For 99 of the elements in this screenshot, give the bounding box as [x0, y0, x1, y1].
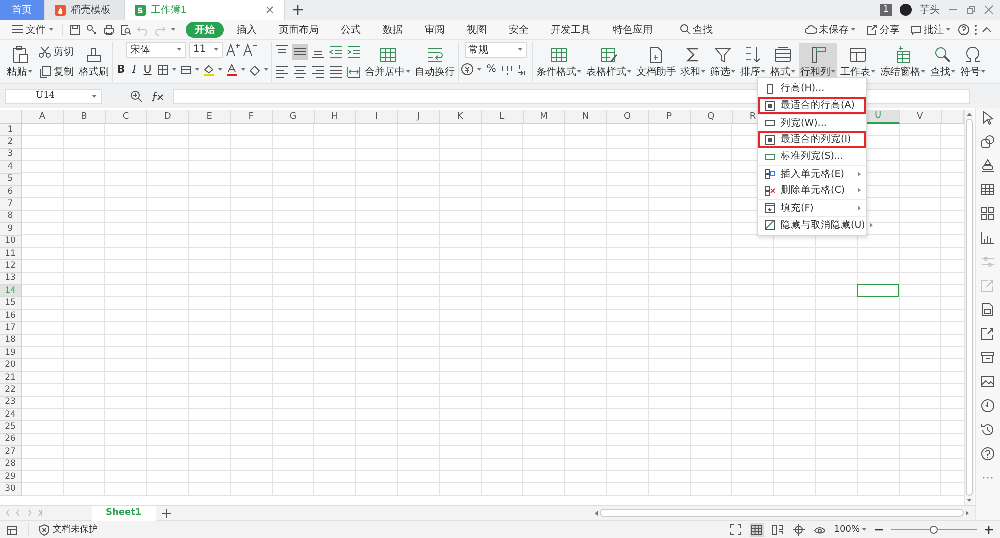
- column-header[interactable]: P: [648, 110, 691, 124]
- toolbar-button[interactable]: 分享: [863, 22, 903, 36]
- ribbon-button[interactable]: 文档助手: [635, 42, 678, 80]
- ribbon-tab[interactable]: 公式: [332, 22, 370, 38]
- column-header[interactable]: I: [356, 110, 398, 124]
- ribbon-button[interactable]: 符号: [959, 42, 988, 80]
- column-header[interactable]: A: [22, 110, 64, 124]
- row-header[interactable]: 20: [0, 359, 22, 372]
- row-header[interactable]: 29: [0, 470, 22, 484]
- ribbon-button[interactable]: 复制: [36, 64, 76, 80]
- underline-button[interactable]: U: [142, 62, 154, 78]
- ribbon-button[interactable]: 格式刷: [78, 42, 110, 80]
- menu-item[interactable]: 填充(F): [758, 199, 866, 216]
- row-header[interactable]: 28: [0, 458, 22, 471]
- column-header[interactable]: V: [900, 110, 942, 124]
- ribbon-button[interactable]: 冻结窗格: [879, 42, 928, 80]
- notification-badge: 1: [880, 4, 892, 16]
- menu-item[interactable]: 行高(H)...: [758, 80, 866, 97]
- ribbon-tab[interactable]: 视图: [458, 22, 496, 38]
- search-button[interactable]: 查找: [674, 22, 719, 38]
- ribbon-button[interactable]: 剪切: [36, 44, 76, 60]
- column-header[interactable]: K: [440, 110, 482, 124]
- row-header[interactable]: 24: [0, 408, 22, 422]
- row-header[interactable]: 5: [0, 174, 22, 186]
- row-header[interactable]: 22: [0, 384, 22, 397]
- ribbon-tab[interactable]: 特色应用: [604, 22, 662, 38]
- row-header[interactable]: 17: [0, 322, 22, 335]
- user-name[interactable]: 芋头: [920, 3, 940, 17]
- menu-item[interactable]: 插入单元格(E): [758, 165, 866, 182]
- column-header[interactable]: E: [189, 110, 231, 124]
- ribbon-tab[interactable]: 页面布局: [270, 22, 328, 38]
- row-header[interactable]: 16: [0, 310, 22, 322]
- row-header[interactable]: 15: [0, 297, 22, 310]
- column-header[interactable]: C: [106, 110, 148, 124]
- app-tab[interactable]: 稻壳模板: [45, 0, 125, 20]
- row-header[interactable]: 4: [0, 161, 22, 174]
- row-header[interactable]: 8: [0, 210, 22, 224]
- ribbon-tab[interactable]: 插入: [228, 22, 266, 38]
- name-box[interactable]: U14: [5, 88, 102, 104]
- menu-item[interactable]: 标准列宽(S)...: [758, 148, 866, 165]
- row-header[interactable]: 19: [0, 347, 22, 360]
- ribbon-tab[interactable]: 数据: [374, 22, 412, 38]
- ribbon-button[interactable]: 合并居中: [364, 42, 412, 80]
- menu-item[interactable]: 最适合的列宽(I): [758, 131, 866, 148]
- ribbon-button[interactable]: 粘贴: [6, 42, 34, 80]
- row-header[interactable]: 13: [0, 272, 22, 286]
- font-family-select[interactable]: 宋体: [126, 42, 186, 58]
- column-header[interactable]: J: [398, 110, 440, 124]
- ribbon-button[interactable]: 条件格式: [535, 42, 584, 80]
- toolbar-button[interactable]: 批注: [907, 22, 954, 36]
- column-header[interactable]: L: [482, 110, 524, 124]
- ribbon-button[interactable]: 表格样式: [585, 42, 634, 80]
- row-header[interactable]: 27: [0, 446, 22, 459]
- row-header[interactable]: 21: [0, 372, 22, 384]
- ribbon-button[interactable]: 排序: [739, 42, 768, 80]
- row-header[interactable]: 23: [0, 396, 22, 409]
- column-header[interactable]: O: [607, 110, 649, 124]
- protection-status[interactable]: 文档未保护: [53, 523, 98, 536]
- ribbon-button[interactable]: 工作表: [839, 42, 878, 80]
- row-header[interactable]: 3: [0, 148, 22, 162]
- ribbon-button[interactable]: 求和: [679, 42, 708, 80]
- column-header[interactable]: M: [524, 110, 566, 124]
- column-header[interactable]: Q: [690, 110, 733, 124]
- row-header[interactable]: 25: [0, 421, 22, 434]
- row-header[interactable]: 7: [0, 198, 22, 211]
- zoom-level[interactable]: 100%: [834, 524, 867, 534]
- ribbon-button[interactable]: 筛选: [709, 42, 738, 80]
- column-header[interactable]: D: [147, 110, 190, 124]
- menu-item[interactable]: 列宽(W)...: [758, 114, 866, 131]
- toolbar-button[interactable]: 未保存: [802, 22, 859, 36]
- bold-button[interactable]: B: [115, 62, 128, 78]
- row-header[interactable]: 12: [0, 260, 22, 273]
- column-header[interactable]: G: [272, 110, 315, 124]
- italic-button[interactable]: I: [130, 62, 139, 78]
- ribbon-tab[interactable]: 安全: [500, 22, 538, 38]
- row-header[interactable]: 2: [0, 136, 22, 149]
- ribbon-button[interactable]: 格式: [769, 42, 798, 80]
- menu-item[interactable]: 删除单元格(C): [758, 182, 866, 199]
- file-menu[interactable]: 文件: [8, 22, 58, 36]
- menu-item[interactable]: 隐藏与取消隐藏(U): [758, 216, 866, 233]
- percent-button[interactable]: %: [484, 62, 498, 78]
- row-header[interactable]: 26: [0, 434, 22, 446]
- row-header[interactable]: 10: [0, 236, 22, 248]
- column-header[interactable]: F: [230, 110, 273, 124]
- ribbon-tab[interactable]: 审阅: [416, 22, 454, 38]
- ribbon-button[interactable]: 查找: [929, 42, 958, 80]
- column-header[interactable]: N: [565, 110, 608, 124]
- ribbon-button[interactable]: 自动换行: [414, 42, 456, 80]
- number-format-select[interactable]: 常规: [464, 42, 527, 58]
- row-header[interactable]: 18: [0, 334, 22, 348]
- row-header[interactable]: 11: [0, 248, 22, 260]
- column-header[interactable]: H: [314, 110, 356, 124]
- row-header[interactable]: 9: [0, 223, 22, 236]
- row-header[interactable]: 1: [0, 124, 22, 136]
- row-header[interactable]: 30: [0, 483, 22, 496]
- column-header[interactable]: B: [64, 110, 106, 124]
- ribbon-tab[interactable]: 开发工具: [542, 22, 600, 38]
- row-header[interactable]: 6: [0, 186, 22, 198]
- font-size-select[interactable]: 11: [189, 42, 224, 58]
